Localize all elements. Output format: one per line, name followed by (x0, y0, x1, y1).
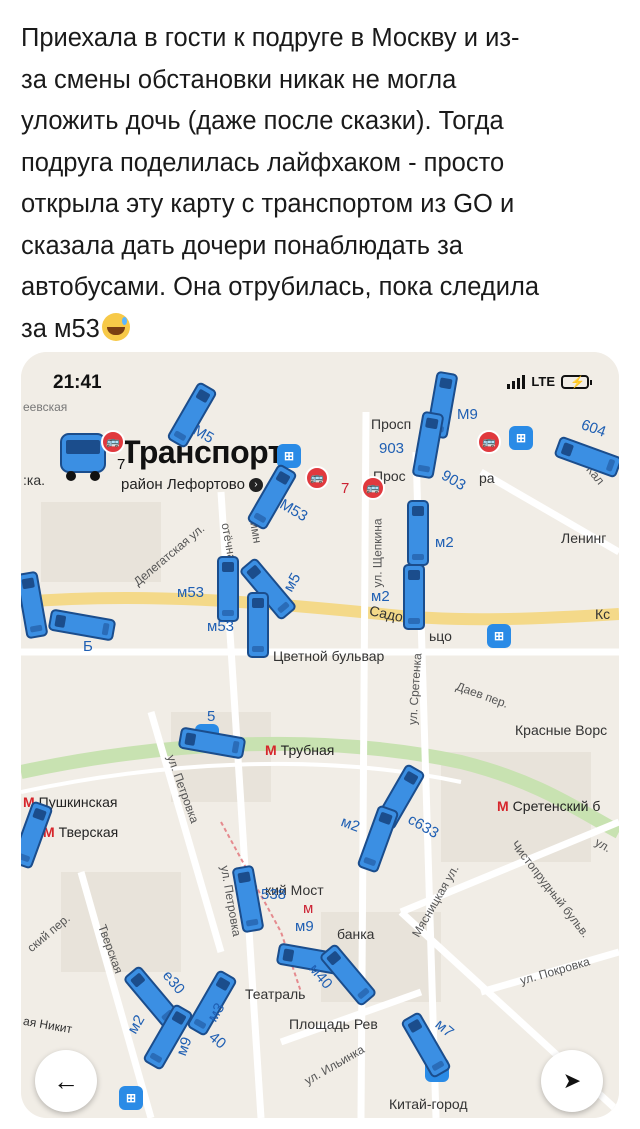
battery-icon: ⚡ (561, 374, 592, 389)
route-label: м (303, 900, 314, 917)
post-line: открыла эту карту с транспортом из GO и (21, 190, 515, 218)
post-line: сказала дать дочери понаблюдать за (21, 231, 463, 260)
route-label: м2 (371, 588, 390, 605)
post-line: автобусами. Она отрубилась, пока следила (21, 273, 540, 301)
route-label: м53 (177, 584, 204, 601)
post-line: уложить дочь (даже после сказки). Тогда (21, 107, 504, 135)
locate-button[interactable]: ➤ (541, 1050, 603, 1112)
district-selector[interactable]: район Лефортово › (121, 476, 263, 493)
route-label: м53 (207, 618, 234, 635)
place-label: Красные Ворс (515, 722, 608, 738)
metro-station-sretensky: М Сретенский б (497, 798, 601, 814)
route-label: 538 (261, 886, 287, 903)
route-label: 7 (341, 480, 350, 497)
post-line: подруга поделилась лайфхаком - просто (21, 148, 505, 177)
status-bar: 21:41 LTE ⚡ (21, 352, 619, 396)
post-line-last: за м53 (21, 309, 621, 351)
post-text: Приехала в гости к подруге в Москву и из… (21, 18, 621, 350)
place-label: Цветной бульвар (273, 648, 385, 664)
bus-marker[interactable] (403, 564, 425, 630)
place-label: ьцо (429, 628, 452, 644)
post-line: Приехала в гости к подруге в Москву и из… (21, 24, 520, 52)
place-label: банка (337, 926, 375, 942)
grinning-sweat-emoji-icon (101, 312, 130, 341)
tram-stop-icon[interactable]: ⊞ (509, 426, 533, 450)
bus-marker[interactable] (247, 592, 269, 658)
place-label: Ленинг (561, 530, 607, 546)
signal-icon (507, 374, 526, 389)
navigation-arrow-icon: ➤ (562, 1068, 582, 1093)
metro-station-trubnaya: М Трубная (265, 742, 335, 758)
post-line: за м53 (21, 314, 100, 343)
place-label: Китай-город (389, 1096, 468, 1112)
phone-screenshot: 21:41 LTE ⚡ Транспорт район Лефортово › … (21, 352, 619, 1118)
stop-icon[interactable]: 🚌 (305, 466, 329, 490)
route-label: 903 (379, 440, 405, 457)
stop-icon[interactable]: 🚌 (477, 430, 501, 454)
place-label: ра (479, 470, 495, 486)
route-label: м2 (435, 534, 454, 551)
place-label: Площадь Рев (289, 1016, 378, 1032)
network-label: LTE (531, 374, 555, 389)
district-label: район Лефортово (121, 476, 245, 493)
metro-station-tverskaya: М Тверская (43, 824, 119, 840)
arrow-left-icon: ← (53, 1065, 79, 1096)
street-label: ул. Щепкина (370, 518, 385, 588)
place-label: Театраль (245, 986, 306, 1002)
route-label: м9 (295, 918, 314, 935)
bus-marker[interactable] (217, 556, 239, 622)
stop-icon[interactable]: 🚌 (101, 430, 125, 454)
tram-stop-icon[interactable]: ⊞ (487, 624, 511, 648)
stop-icon[interactable]: 🚌 (361, 476, 385, 500)
route-label: Б (83, 638, 93, 655)
place-label: Просп (371, 416, 412, 432)
status-time: 21:41 (53, 372, 102, 393)
tram-stop-icon[interactable]: ⊞ (119, 1086, 143, 1110)
chevron-right-icon: › (248, 477, 263, 492)
post-line: за смены обстановки никак не могла (21, 65, 457, 94)
route-label: M9 (457, 406, 478, 423)
route-label: 5 (207, 708, 216, 725)
place-label: :ка. (23, 472, 45, 488)
back-button[interactable]: ← (35, 1050, 97, 1112)
place-label: еевская (23, 400, 68, 414)
bus-marker[interactable] (407, 500, 429, 566)
status-icons: LTE ⚡ (507, 374, 592, 389)
place-label: Кс (595, 606, 611, 622)
route-label: 7 (117, 456, 126, 473)
